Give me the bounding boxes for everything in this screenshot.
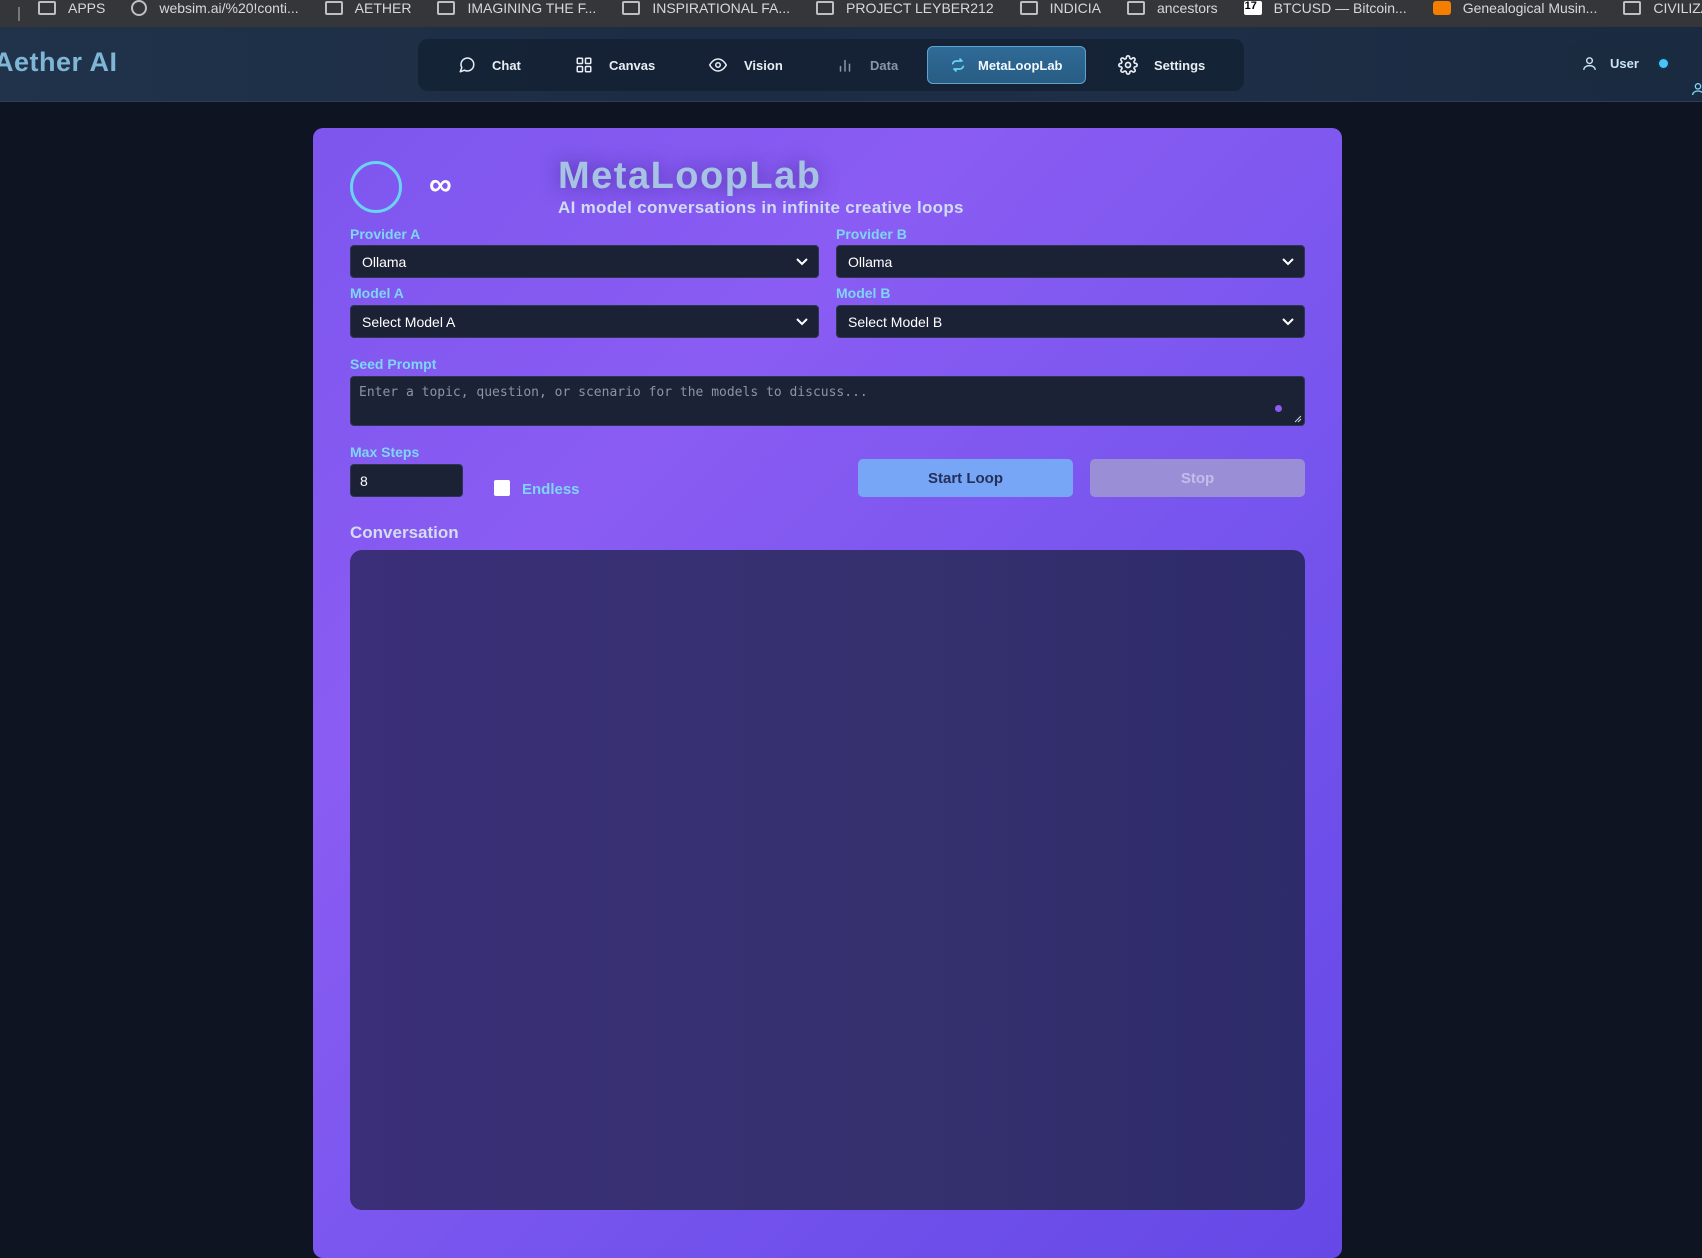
nav-metalooplab[interactable]: MetaLoopLab: [927, 46, 1086, 84]
model-a-value: Select Model A: [362, 313, 456, 330]
extension-dot-icon: [1275, 405, 1282, 412]
folder-icon: [324, 0, 343, 15]
nav-metalooplab-label: MetaLoopLab: [978, 57, 1063, 73]
provider-b-value: Ollama: [848, 253, 893, 270]
blogger-icon: [1432, 0, 1451, 15]
bookmark-genealogical[interactable]: Genealogical Musin...: [1432, 0, 1597, 16]
model-b-label: Model B: [836, 285, 891, 301]
bookmark-aether[interactable]: AETHER: [324, 0, 411, 16]
folder-icon: [1126, 0, 1145, 15]
model-b-value: Select Model B: [848, 313, 943, 330]
status-dot: [1658, 58, 1668, 68]
provider-a-select[interactable]: Ollama: [350, 245, 819, 278]
endless-label[interactable]: Endless: [522, 481, 580, 498]
bookmark-project-leyber[interactable]: PROJECT LEYBER212: [816, 0, 994, 16]
user-label: User: [1610, 55, 1639, 71]
nav-settings-label: Settings: [1154, 57, 1206, 73]
nav-settings[interactable]: Settings: [1118, 46, 1205, 84]
nav-data-label: Data: [870, 57, 899, 73]
chevron-down-icon: [796, 318, 808, 326]
folder-icon: [1019, 0, 1038, 15]
bar-chart-icon: [839, 59, 851, 72]
logo-ring-icon: [350, 161, 402, 213]
bookmarks-separator: [18, 6, 20, 21]
bookmark-apps[interactable]: APPS: [38, 0, 105, 16]
bookmark-civilizat[interactable]: CIVILIZAT: [1623, 0, 1702, 16]
model-a-label: Model A: [350, 285, 404, 301]
provider-b-select[interactable]: Ollama: [836, 245, 1305, 278]
max-steps-input[interactable]: 8: [350, 464, 463, 497]
chevron-down-icon: [1282, 258, 1294, 266]
nav-chat-label: Chat: [492, 57, 521, 73]
metalooplab-panel: ∞ MetaLoopLab AI model conversations in …: [313, 128, 1342, 1258]
provider-b-label: Provider B: [836, 226, 907, 242]
nav-chat[interactable]: Chat: [458, 46, 521, 84]
app-header: Aether AI Chat Canvas Vision Data MetaLo…: [0, 27, 1702, 102]
resize-grip-icon[interactable]: [1294, 415, 1302, 423]
max-steps-label: Max Steps: [350, 444, 420, 460]
seed-prompt-input[interactable]: Enter a topic, question, or scenario for…: [350, 376, 1305, 426]
seed-prompt-label: Seed Prompt: [350, 356, 437, 372]
nav-vision-label: Vision: [744, 57, 783, 73]
bookmark-btcusd[interactable]: BTCUSD — Bitcoin...: [1243, 0, 1407, 16]
chat-bubble-icon: [459, 57, 475, 73]
start-loop-button[interactable]: Start Loop: [858, 459, 1073, 497]
max-steps-value: 8: [360, 472, 368, 489]
folder-icon: [816, 0, 835, 15]
user-icon[interactable]: [1690, 81, 1702, 97]
endless-checkbox[interactable]: [494, 480, 510, 496]
nav-canvas-label: Canvas: [609, 57, 656, 73]
provider-a-value: Ollama: [362, 253, 407, 270]
bookmark-inspirational[interactable]: INSPIRATIONAL FA...: [622, 0, 790, 16]
tradingview-icon: [1243, 0, 1262, 15]
seed-prompt-placeholder: Enter a topic, question, or scenario for…: [359, 385, 868, 400]
bookmark-websim[interactable]: websim.ai/%20!conti...: [131, 0, 299, 16]
user-menu[interactable]: User: [1567, 46, 1679, 80]
page-title: MetaLoopLab: [558, 155, 822, 197]
gear-icon: [1118, 55, 1138, 75]
chevron-down-icon: [1282, 318, 1294, 326]
grid-icon: [576, 57, 592, 73]
folder-icon: [622, 0, 641, 15]
folder-icon: [437, 0, 456, 15]
stop-button[interactable]: Stop: [1090, 459, 1305, 497]
bookmark-imagining[interactable]: IMAGINING THE F...: [437, 0, 596, 16]
model-a-select[interactable]: Select Model A: [350, 305, 819, 338]
loop-icon: [951, 58, 965, 72]
provider-a-label: Provider A: [350, 226, 421, 242]
conversation-title: Conversation: [350, 523, 459, 542]
main-nav: Chat Canvas Vision Data MetaLoopLab Sett…: [418, 39, 1244, 91]
nav-canvas[interactable]: Canvas: [575, 46, 655, 84]
brand-title[interactable]: Aether AI: [0, 47, 118, 78]
bookmark-indicia[interactable]: INDICIA: [1019, 0, 1101, 16]
bookmark-ancestors[interactable]: ancestors: [1126, 0, 1218, 16]
nav-data[interactable]: Data: [836, 46, 898, 84]
conversation-area[interactable]: [350, 550, 1305, 1210]
nav-vision[interactable]: Vision: [708, 46, 783, 84]
globe-icon: [131, 0, 148, 16]
model-b-select[interactable]: Select Model B: [836, 305, 1305, 338]
folder-icon: [1623, 0, 1642, 15]
eye-icon: [708, 58, 728, 72]
page-subtitle: AI model conversations in infinite creat…: [558, 198, 964, 217]
bookmarks-bar: APPS websim.ai/%20!conti... AETHER IMAGI…: [0, 0, 1702, 27]
infinity-icon: ∞: [429, 166, 452, 202]
user-icon: [1583, 56, 1596, 70]
chevron-down-icon: [796, 258, 808, 266]
folder-icon: [38, 0, 56, 15]
